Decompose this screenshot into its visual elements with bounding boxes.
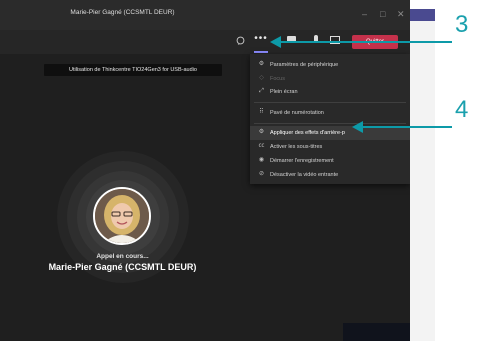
more-actions-indicator [254, 51, 268, 53]
teams-call-window: Marie-Pier Gagné (CCSMTL DEUR) – □ ✕ •••… [0, 0, 410, 341]
more-actions-button[interactable]: ••• [253, 34, 269, 48]
menu-item-dial-pad[interactable]: ⠿ Pavé de numérotation [250, 106, 410, 120]
background-window-panel [410, 21, 435, 341]
menu-item-captions[interactable]: ㏄ Activer les sous-titres [250, 140, 410, 154]
focus-icon: ◇ [259, 75, 264, 81]
menu-item-label: Démarrer l'enregistrement [270, 158, 334, 164]
menu-item-disable-incoming-video[interactable]: ⊘ Désactiver la vidéo entrante [250, 168, 410, 182]
menu-item-device-settings[interactable]: ⚙ Paramètres de périphérique [250, 58, 410, 72]
menu-item-label: Désactiver la vidéo entrante [270, 172, 339, 178]
menu-divider [254, 123, 406, 124]
captions-icon: ㏄ [258, 143, 265, 149]
more-actions-menu: ⚙ Paramètres de périphérique ◇ Focus ⤢ P… [250, 54, 410, 184]
callout-arrowhead [352, 121, 363, 133]
menu-item-label: Focus [270, 76, 285, 82]
menu-item-focus[interactable]: ◇ Focus [250, 72, 410, 86]
caller-name: Marie-Pier Gagné (CCSMTL DEUR) [48, 262, 197, 272]
background-effects-icon: ⚙ [258, 129, 265, 135]
self-video-thumbnail [343, 323, 410, 341]
menu-item-label: Pavé de numérotation [270, 110, 324, 116]
menu-item-label: Appliquer des effets d'arrière-p [270, 130, 345, 136]
menu-item-background-effects[interactable]: ⚙ Appliquer des effets d'arrière-p [250, 126, 410, 140]
minimize-button[interactable]: – [362, 9, 367, 19]
menu-divider [254, 102, 406, 103]
menu-item-fullscreen[interactable]: ⤢ Plein écran [250, 85, 410, 99]
fullscreen-icon: ⤢ [259, 88, 264, 94]
callout-number: 3 [455, 11, 469, 38]
chat-icon[interactable] [236, 36, 245, 45]
video-off-icon: ⊘ [258, 171, 265, 177]
call-status: Appel en cours... [96, 253, 149, 260]
callout-line [362, 126, 452, 128]
dialpad-icon: ⠿ [259, 109, 264, 115]
menu-item-label: Paramètres de périphérique [270, 62, 339, 68]
callout-line [280, 41, 452, 43]
record-icon: ◉ [258, 157, 265, 163]
menu-item-start-recording[interactable]: ◉ Démarrer l'enregistrement [250, 154, 410, 168]
window-title: Marie-Pier Gagné (CCSMTL DEUR) [70, 9, 175, 16]
avatar [93, 187, 151, 245]
title-bar: Marie-Pier Gagné (CCSMTL DEUR) – □ ✕ [0, 0, 410, 30]
menu-item-label: Activer les sous-titres [270, 144, 323, 150]
close-window-button[interactable]: ✕ [397, 9, 405, 19]
gear-icon: ⚙ [258, 61, 265, 67]
callout-arrowhead [270, 36, 281, 48]
background-window-strip [410, 9, 435, 21]
callout-number: 4 [455, 96, 469, 123]
avatar-photo [95, 189, 149, 243]
menu-item-label: Plein écran [270, 89, 298, 95]
maximize-button[interactable]: □ [380, 9, 385, 19]
audio-device-tooltip: Utilisation de Thinkcentre TIO24Gen3 for… [44, 64, 222, 76]
